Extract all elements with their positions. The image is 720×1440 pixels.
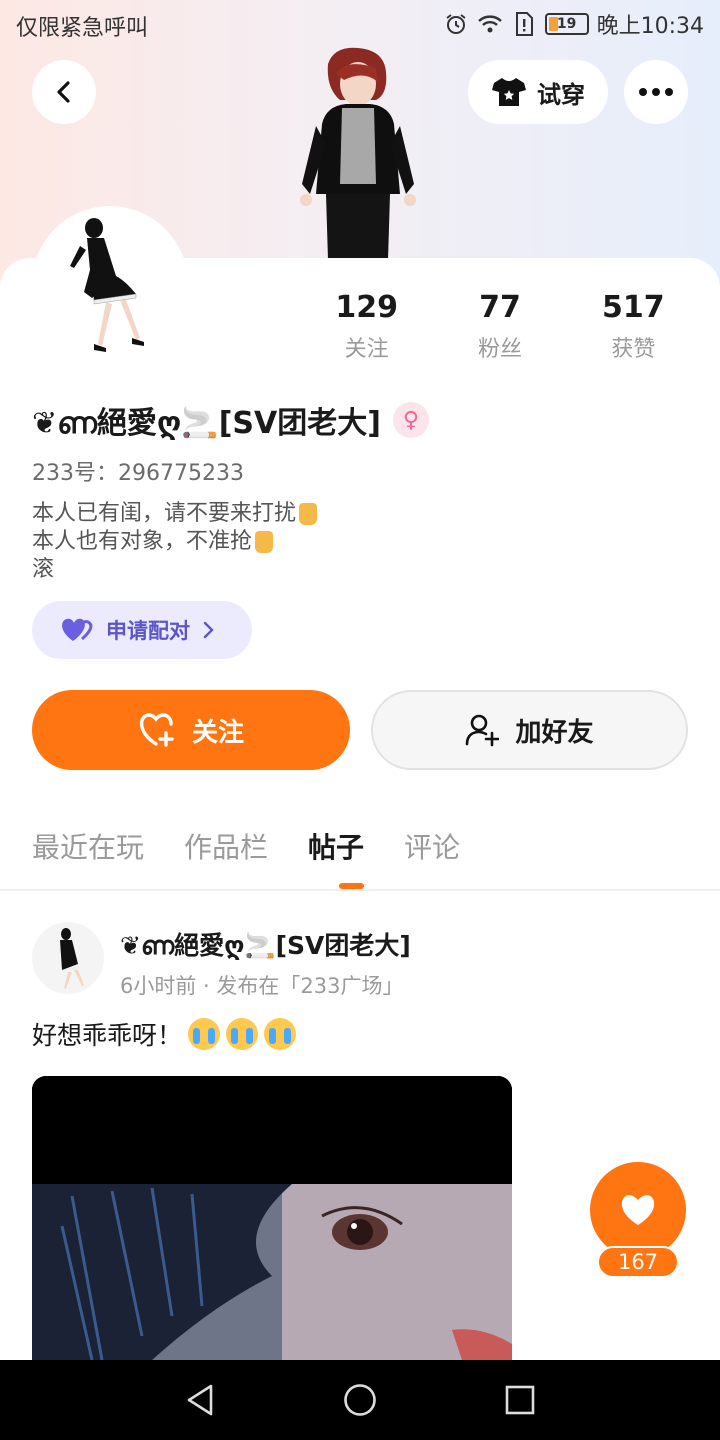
user-id: 233号：296775233 — [32, 461, 244, 486]
crying-emoji-icon — [264, 1018, 297, 1050]
heart-icon — [621, 1195, 655, 1225]
stat-following[interactable]: 129 关注 — [300, 290, 433, 363]
pair-label: 申请配对 — [106, 619, 190, 643]
post-body: 好想乖乖呀！ — [32, 1021, 183, 1050]
more-button[interactable] — [624, 60, 688, 124]
chevron-right-icon — [203, 621, 214, 639]
stat-fans[interactable]: 77 粉丝 — [433, 290, 566, 363]
like-button[interactable] — [590, 1162, 686, 1258]
nickname-row: ❦ണ絕愛ღ🚬[SV团老大] ♀ — [32, 398, 429, 442]
nav-recents-button[interactable] — [500, 1380, 540, 1420]
circle-home-icon — [344, 1384, 376, 1416]
stat-label: 粉丝 — [477, 337, 522, 362]
post-image[interactable] — [32, 1076, 512, 1360]
like-count: 167 — [597, 1246, 679, 1278]
add-user-icon — [466, 714, 500, 747]
add-friend-button[interactable]: 加好友 — [371, 690, 688, 770]
profile-stats: 129 关注 77 粉丝 517 获赞 — [300, 290, 700, 363]
bio-line: 滚 — [32, 557, 55, 582]
tabs-divider — [0, 889, 720, 891]
sim-alert-icon — [511, 11, 537, 37]
post-meta: 6小时前 · 发布在「233广场」 — [120, 974, 404, 998]
hand-emoji-icon — [299, 503, 318, 525]
tab-recently-played[interactable]: 最近在玩 — [32, 826, 144, 866]
add-friend-label: 加好友 — [515, 717, 594, 748]
status-icons: 19 晚上10:34 — [443, 8, 704, 40]
clock: 晚上10:34 — [596, 14, 704, 39]
system-nav-bar — [0, 1360, 720, 1440]
stat-label: 关注 — [344, 337, 389, 362]
nickname: ❦ണ絕愛ღ🚬[SV团老大] — [32, 406, 381, 441]
bio: 本人已有闺，请不要来打扰 本人也有对象，不准抢 滚 — [32, 500, 318, 584]
more-icon — [639, 88, 673, 96]
back-icon — [57, 81, 70, 103]
try-on-label: 试穿 — [537, 80, 585, 109]
follow-label: 关注 — [191, 717, 244, 748]
character-avatar-3d[interactable] — [296, 44, 420, 260]
profile-tabs: 最近在玩 作品栏 帖子 评论 — [32, 826, 460, 866]
post-author-name[interactable]: ❦ണ絕愛ღ🚬[SV团老大] — [120, 926, 411, 962]
shirt-icon — [492, 78, 526, 106]
battery-icon: 19 — [544, 13, 589, 35]
crying-emoji-icon — [188, 1018, 221, 1050]
bio-line: 本人已有闺，请不要来打扰 — [32, 501, 297, 526]
follow-button[interactable]: 关注 — [32, 690, 350, 770]
status-bar: 仅限紧急呼叫 19 晚上10:34 — [0, 0, 720, 50]
triangle-back-icon — [187, 1384, 213, 1416]
carrier-text: 仅限紧急呼叫 — [16, 16, 149, 41]
profile-avatar[interactable] — [32, 206, 188, 362]
nav-back-button[interactable] — [180, 1380, 220, 1420]
tab-works[interactable]: 作品栏 — [184, 826, 268, 866]
nav-home-button[interactable] — [340, 1380, 380, 1420]
crying-emoji-icon — [226, 1018, 259, 1050]
hand-emoji-icon — [255, 531, 274, 553]
tab-comments[interactable]: 评论 — [404, 826, 460, 866]
wifi-icon — [477, 11, 503, 37]
alarm-icon — [443, 11, 469, 37]
heart-plus-icon — [139, 713, 174, 747]
double-heart-icon — [62, 618, 93, 641]
tab-posts[interactable]: 帖子 — [308, 826, 364, 866]
stat-value: 77 — [479, 290, 521, 325]
back-button[interactable] — [32, 60, 96, 124]
battery-level: 19 — [556, 16, 577, 32]
square-recents-icon — [505, 1385, 535, 1415]
stat-label: 获赞 — [611, 337, 656, 362]
try-on-button[interactable]: 试穿 — [468, 60, 608, 124]
bio-line: 本人也有对象，不准抢 — [32, 529, 253, 554]
stat-value: 517 — [602, 290, 665, 325]
pair-request-button[interactable]: 申请配对 — [32, 601, 252, 659]
stat-value: 129 — [335, 290, 398, 325]
stat-likes[interactable]: 517 获赞 — [567, 290, 700, 363]
female-icon: ♀ — [392, 402, 429, 438]
post-author-avatar[interactable] — [32, 922, 104, 994]
post-text: 好想乖乖呀！ — [32, 1016, 297, 1052]
